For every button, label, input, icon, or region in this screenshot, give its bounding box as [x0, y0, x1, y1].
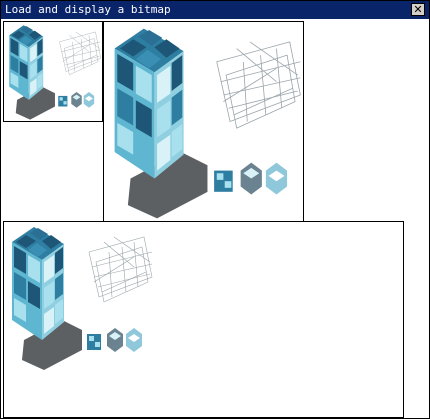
bitmap-small-image: [4, 22, 102, 121]
window-title: Load and display a bitmap: [5, 3, 171, 16]
app-window: Load and display a bitmap ✕: [0, 0, 430, 419]
bitmap-large: [3, 221, 404, 418]
title-bar[interactable]: Load and display a bitmap ✕: [1, 1, 429, 19]
bitmap-medium-image: [104, 22, 303, 221]
bitmap-medium: [103, 21, 304, 222]
bitmap-large-image: [4, 222, 154, 372]
close-icon[interactable]: ✕: [411, 3, 425, 16]
bitmap-small: [3, 21, 103, 122]
